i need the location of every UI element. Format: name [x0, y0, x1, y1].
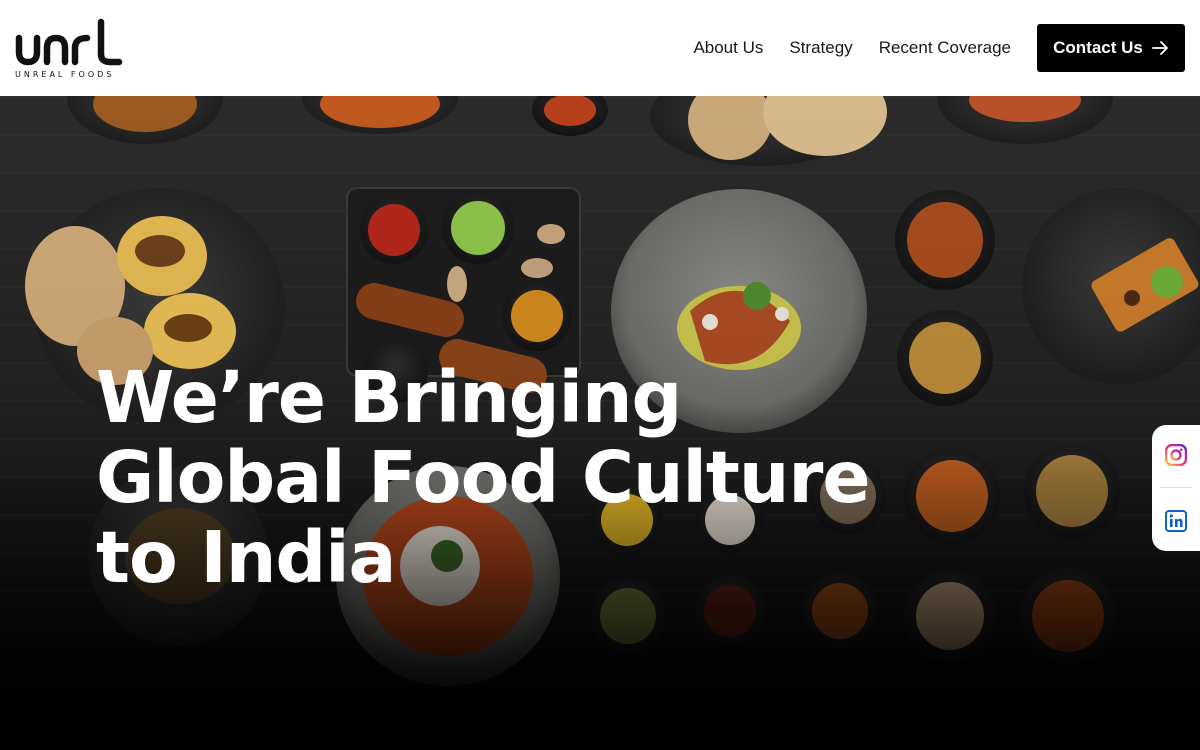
- contact-us-label: Contact Us: [1053, 38, 1143, 57]
- instagram-icon[interactable]: [1165, 443, 1187, 466]
- headline-line-1: We’re Bringing: [96, 356, 682, 439]
- nav-recent-coverage[interactable]: Recent Coverage: [879, 38, 1011, 58]
- nav-about-us[interactable]: About Us: [693, 38, 763, 58]
- hero-section: We’re Bringing Global Food Culture to In…: [0, 96, 1200, 750]
- unrl-logo-mark: [15, 18, 123, 65]
- hero-headline: We’re Bringing Global Food Culture to In…: [96, 356, 871, 599]
- social-divider: [1160, 487, 1192, 489]
- social-widget: [1152, 425, 1200, 551]
- main-nav: About Us Strategy Recent Coverage Contac…: [667, 24, 1185, 72]
- headline-line-3: to India: [96, 516, 396, 599]
- brand-tagline: UNREAL FOODS: [15, 69, 115, 79]
- linkedin-icon[interactable]: [1165, 510, 1187, 533]
- headline-line-2: Global Food Culture: [96, 436, 871, 519]
- brand-logo[interactable]: UNREAL FOODS: [15, 18, 125, 79]
- contact-us-button[interactable]: Contact Us: [1037, 24, 1185, 72]
- arrow-right-icon: [1151, 41, 1169, 55]
- nav-strategy[interactable]: Strategy: [789, 38, 852, 58]
- site-header: UNREAL FOODS About Us Strategy Recent Co…: [0, 0, 1200, 96]
